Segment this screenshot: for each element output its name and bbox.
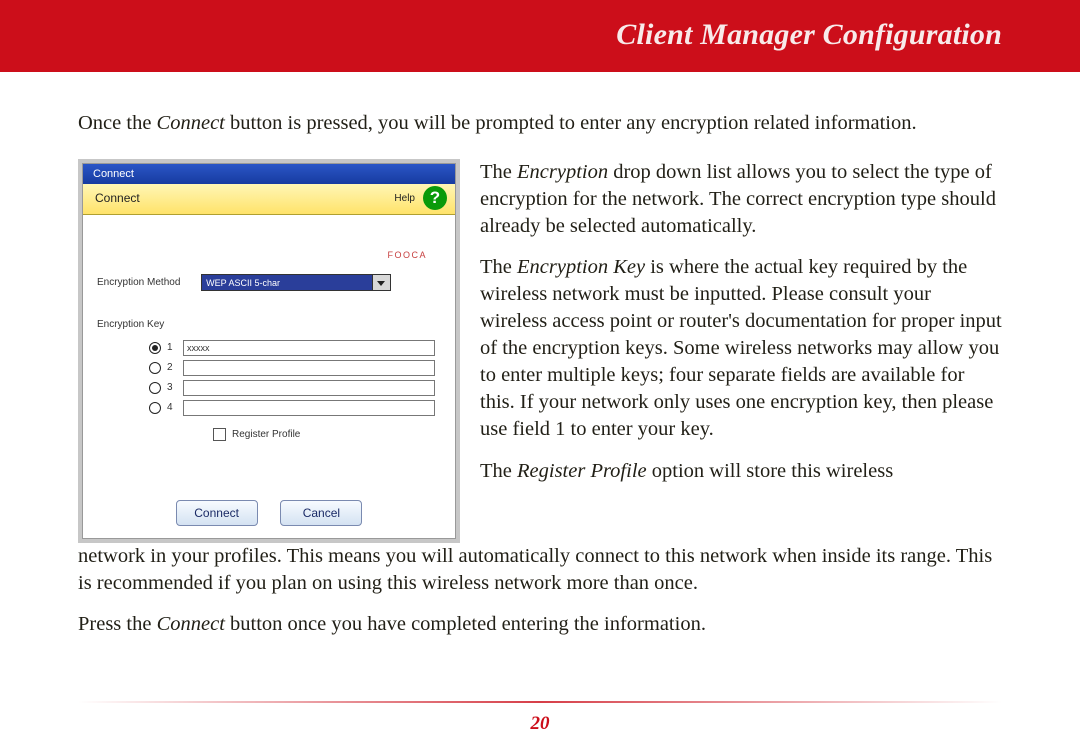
key-input-1[interactable]: xxxxx xyxy=(183,340,435,356)
paragraph-encryption: The Encryption drop down list allows you… xyxy=(480,159,1002,240)
register-profile-row: Register Profile xyxy=(213,428,300,441)
key-num-1: 1 xyxy=(167,338,177,358)
encryption-key-label: Encryption Key xyxy=(97,319,164,330)
key-row-1: 1 xxxxx xyxy=(149,338,435,358)
p4-pre: Press the xyxy=(78,613,157,635)
right-column-text: The Encryption drop down list allows you… xyxy=(480,159,1002,485)
p2-post: is where the actual key required by the … xyxy=(480,256,1002,440)
paragraph-register-profile-start: The Register Profile option will store t… xyxy=(480,458,1002,485)
help-label[interactable]: Help xyxy=(394,193,415,204)
paragraph-register-profile-cont: network in your profiles. This means you… xyxy=(78,543,1002,597)
p2-kw: Encryption Key xyxy=(517,256,645,278)
help-icon[interactable]: ? xyxy=(423,186,447,210)
footer-rule xyxy=(78,701,1002,703)
dialog-button-row: Connect Cancel xyxy=(83,500,455,526)
radio-key-3[interactable] xyxy=(149,382,161,394)
key-row-2: 2 xyxy=(149,358,435,378)
p3-pre: The xyxy=(480,460,517,482)
intro-post: button is pressed, you will be prompted … xyxy=(225,112,917,134)
key-row-4: 4 xyxy=(149,398,435,418)
radio-key-1[interactable] xyxy=(149,342,161,354)
cancel-button[interactable]: Cancel xyxy=(280,500,362,526)
key-num-4: 4 xyxy=(167,398,177,418)
network-name: FOOCA xyxy=(387,250,427,260)
dialog-header: Connect Help ? xyxy=(83,184,455,215)
radio-key-4[interactable] xyxy=(149,402,161,414)
dialog-screenshot: Connect Connect Help ? FOOCA Encryption … xyxy=(78,159,460,543)
dialog-header-title: Connect xyxy=(95,191,140,205)
header-band: Client Manager Configuration xyxy=(0,0,1080,72)
p4-post: button once you have completed entering … xyxy=(225,613,706,635)
content: Once the Connect button is pressed, you … xyxy=(0,72,1080,638)
p2-pre: The xyxy=(480,256,517,278)
paragraph-press-connect: Press the Connect button once you have c… xyxy=(78,611,1002,638)
intro-keyword: Connect xyxy=(157,112,225,134)
encryption-method-label: Encryption Method xyxy=(97,277,180,288)
register-profile-label: Register Profile xyxy=(232,429,300,440)
key-num-3: 3 xyxy=(167,378,177,398)
p4-kw: Connect xyxy=(157,613,225,635)
chevron-down-icon[interactable] xyxy=(372,275,390,290)
key-num-2: 2 xyxy=(167,358,177,378)
wrapped-text: network in your profiles. This means you… xyxy=(78,543,1002,638)
encryption-method-value: WEP ASCII 5-char xyxy=(206,278,280,288)
key-input-2[interactable] xyxy=(183,360,435,376)
page-number: 20 xyxy=(0,713,1080,735)
intro-pre: Once the xyxy=(78,112,157,134)
register-profile-checkbox[interactable] xyxy=(213,428,226,441)
paragraph-encryption-key: The Encryption Key is where the actual k… xyxy=(480,254,1002,443)
radio-key-2[interactable] xyxy=(149,362,161,374)
p3-kw: Register Profile xyxy=(517,460,647,482)
encryption-key-fields: 1 xxxxx 2 3 xyxy=(149,338,435,418)
intro-paragraph: Once the Connect button is pressed, you … xyxy=(78,110,1002,137)
encryption-method-dropdown[interactable]: WEP ASCII 5-char xyxy=(201,274,391,291)
connect-button[interactable]: Connect xyxy=(176,500,258,526)
key-row-3: 3 xyxy=(149,378,435,398)
key-input-4[interactable] xyxy=(183,400,435,416)
key-input-3[interactable] xyxy=(183,380,435,396)
page-title: Client Manager Configuration xyxy=(616,18,1002,52)
p3-right: option will store this wireless xyxy=(647,460,894,482)
window-titlebar: Connect xyxy=(83,164,455,184)
p1-pre: The xyxy=(480,161,517,183)
encryption-method-row: Encryption Method WEP ASCII 5-char xyxy=(97,274,441,291)
p1-kw: Encryption xyxy=(517,161,608,183)
